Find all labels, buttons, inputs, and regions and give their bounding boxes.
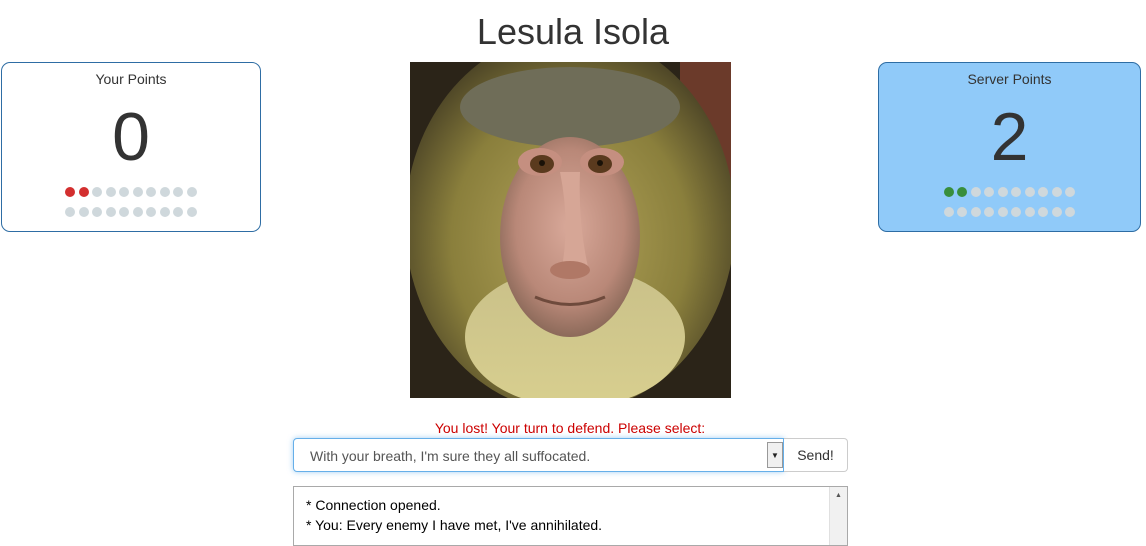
server-points-score: 2 — [990, 99, 1029, 175]
point-dot-empty — [984, 187, 995, 197]
point-dot-empty — [132, 187, 143, 197]
point-dot-empty — [970, 207, 981, 217]
your-points-dots — [2, 187, 260, 217]
point-dot-empty — [146, 187, 157, 197]
dot-row — [2, 187, 260, 197]
point-dot-empty — [997, 207, 1008, 217]
point-dot-empty — [159, 207, 170, 217]
point-dot-empty — [186, 207, 197, 217]
point-dot-won — [957, 187, 968, 197]
point-dot-empty — [1024, 187, 1035, 197]
server-points-panel: Server Points 2 — [878, 62, 1141, 232]
point-dot-empty — [1011, 187, 1022, 197]
server-points-dots — [879, 187, 1140, 217]
point-dot-empty — [132, 207, 143, 217]
dot-row — [2, 207, 260, 217]
defense-select[interactable]: With your breath, I'm sure they all suff… — [293, 438, 784, 472]
point-dot-empty — [119, 207, 130, 217]
point-dot-empty — [1024, 207, 1035, 217]
point-dot-empty — [105, 207, 116, 217]
dot-row — [879, 187, 1140, 197]
your-points-label: Your Points — [95, 71, 167, 87]
point-dot-empty — [1065, 207, 1076, 217]
point-dot-empty — [943, 207, 954, 217]
point-dot-empty — [146, 207, 157, 217]
point-dot-empty — [105, 187, 116, 197]
point-dot-empty — [173, 207, 184, 217]
log-line: * Connection opened. — [306, 497, 441, 513]
log-scrollbar[interactable]: ▲ — [829, 487, 847, 545]
point-dot-empty — [186, 187, 197, 197]
point-dot-empty — [1038, 207, 1049, 217]
point-dot-empty — [970, 187, 981, 197]
message-log[interactable]: * Connection opened. * You: Every enemy I… — [293, 486, 848, 546]
page-title: Lesula Isola — [476, 11, 670, 52]
point-dot-empty — [92, 207, 103, 217]
point-dot-empty — [1065, 187, 1076, 197]
your-points-panel: Your Points 0 — [1, 62, 261, 232]
point-dot-empty — [1011, 207, 1022, 217]
status-message: You lost! Your turn to defend. Please se… — [434, 420, 706, 436]
point-dot-empty — [78, 207, 89, 217]
monkey-photo — [410, 62, 731, 398]
point-dot-empty — [1051, 207, 1062, 217]
point-dot-empty — [957, 207, 968, 217]
point-dot-won — [943, 187, 954, 197]
your-points-score: 0 — [112, 99, 150, 175]
point-dot-empty — [92, 187, 103, 197]
point-dot-lost — [65, 187, 76, 197]
defense-select-value: With your breath, I'm sure they all suff… — [310, 448, 591, 464]
point-dot-lost — [78, 187, 89, 197]
point-dot-empty — [1038, 187, 1049, 197]
point-dot-empty — [997, 187, 1008, 197]
chevron-down-icon[interactable]: ▼ — [767, 442, 783, 468]
point-dot-empty — [119, 187, 130, 197]
point-dot-empty — [1051, 187, 1062, 197]
point-dot-empty — [159, 187, 170, 197]
point-dot-empty — [984, 207, 995, 217]
log-lines: * Connection opened. * You: Every enemy I… — [294, 487, 847, 535]
scroll-up-icon[interactable]: ▲ — [830, 487, 847, 503]
dot-row — [879, 207, 1140, 217]
point-dot-empty — [173, 187, 184, 197]
point-dot-empty — [65, 207, 76, 217]
send-button[interactable]: Send! — [784, 438, 848, 472]
server-points-label: Server Points — [967, 71, 1052, 87]
log-line: * You: Every enemy I have met, I've anni… — [306, 517, 603, 533]
